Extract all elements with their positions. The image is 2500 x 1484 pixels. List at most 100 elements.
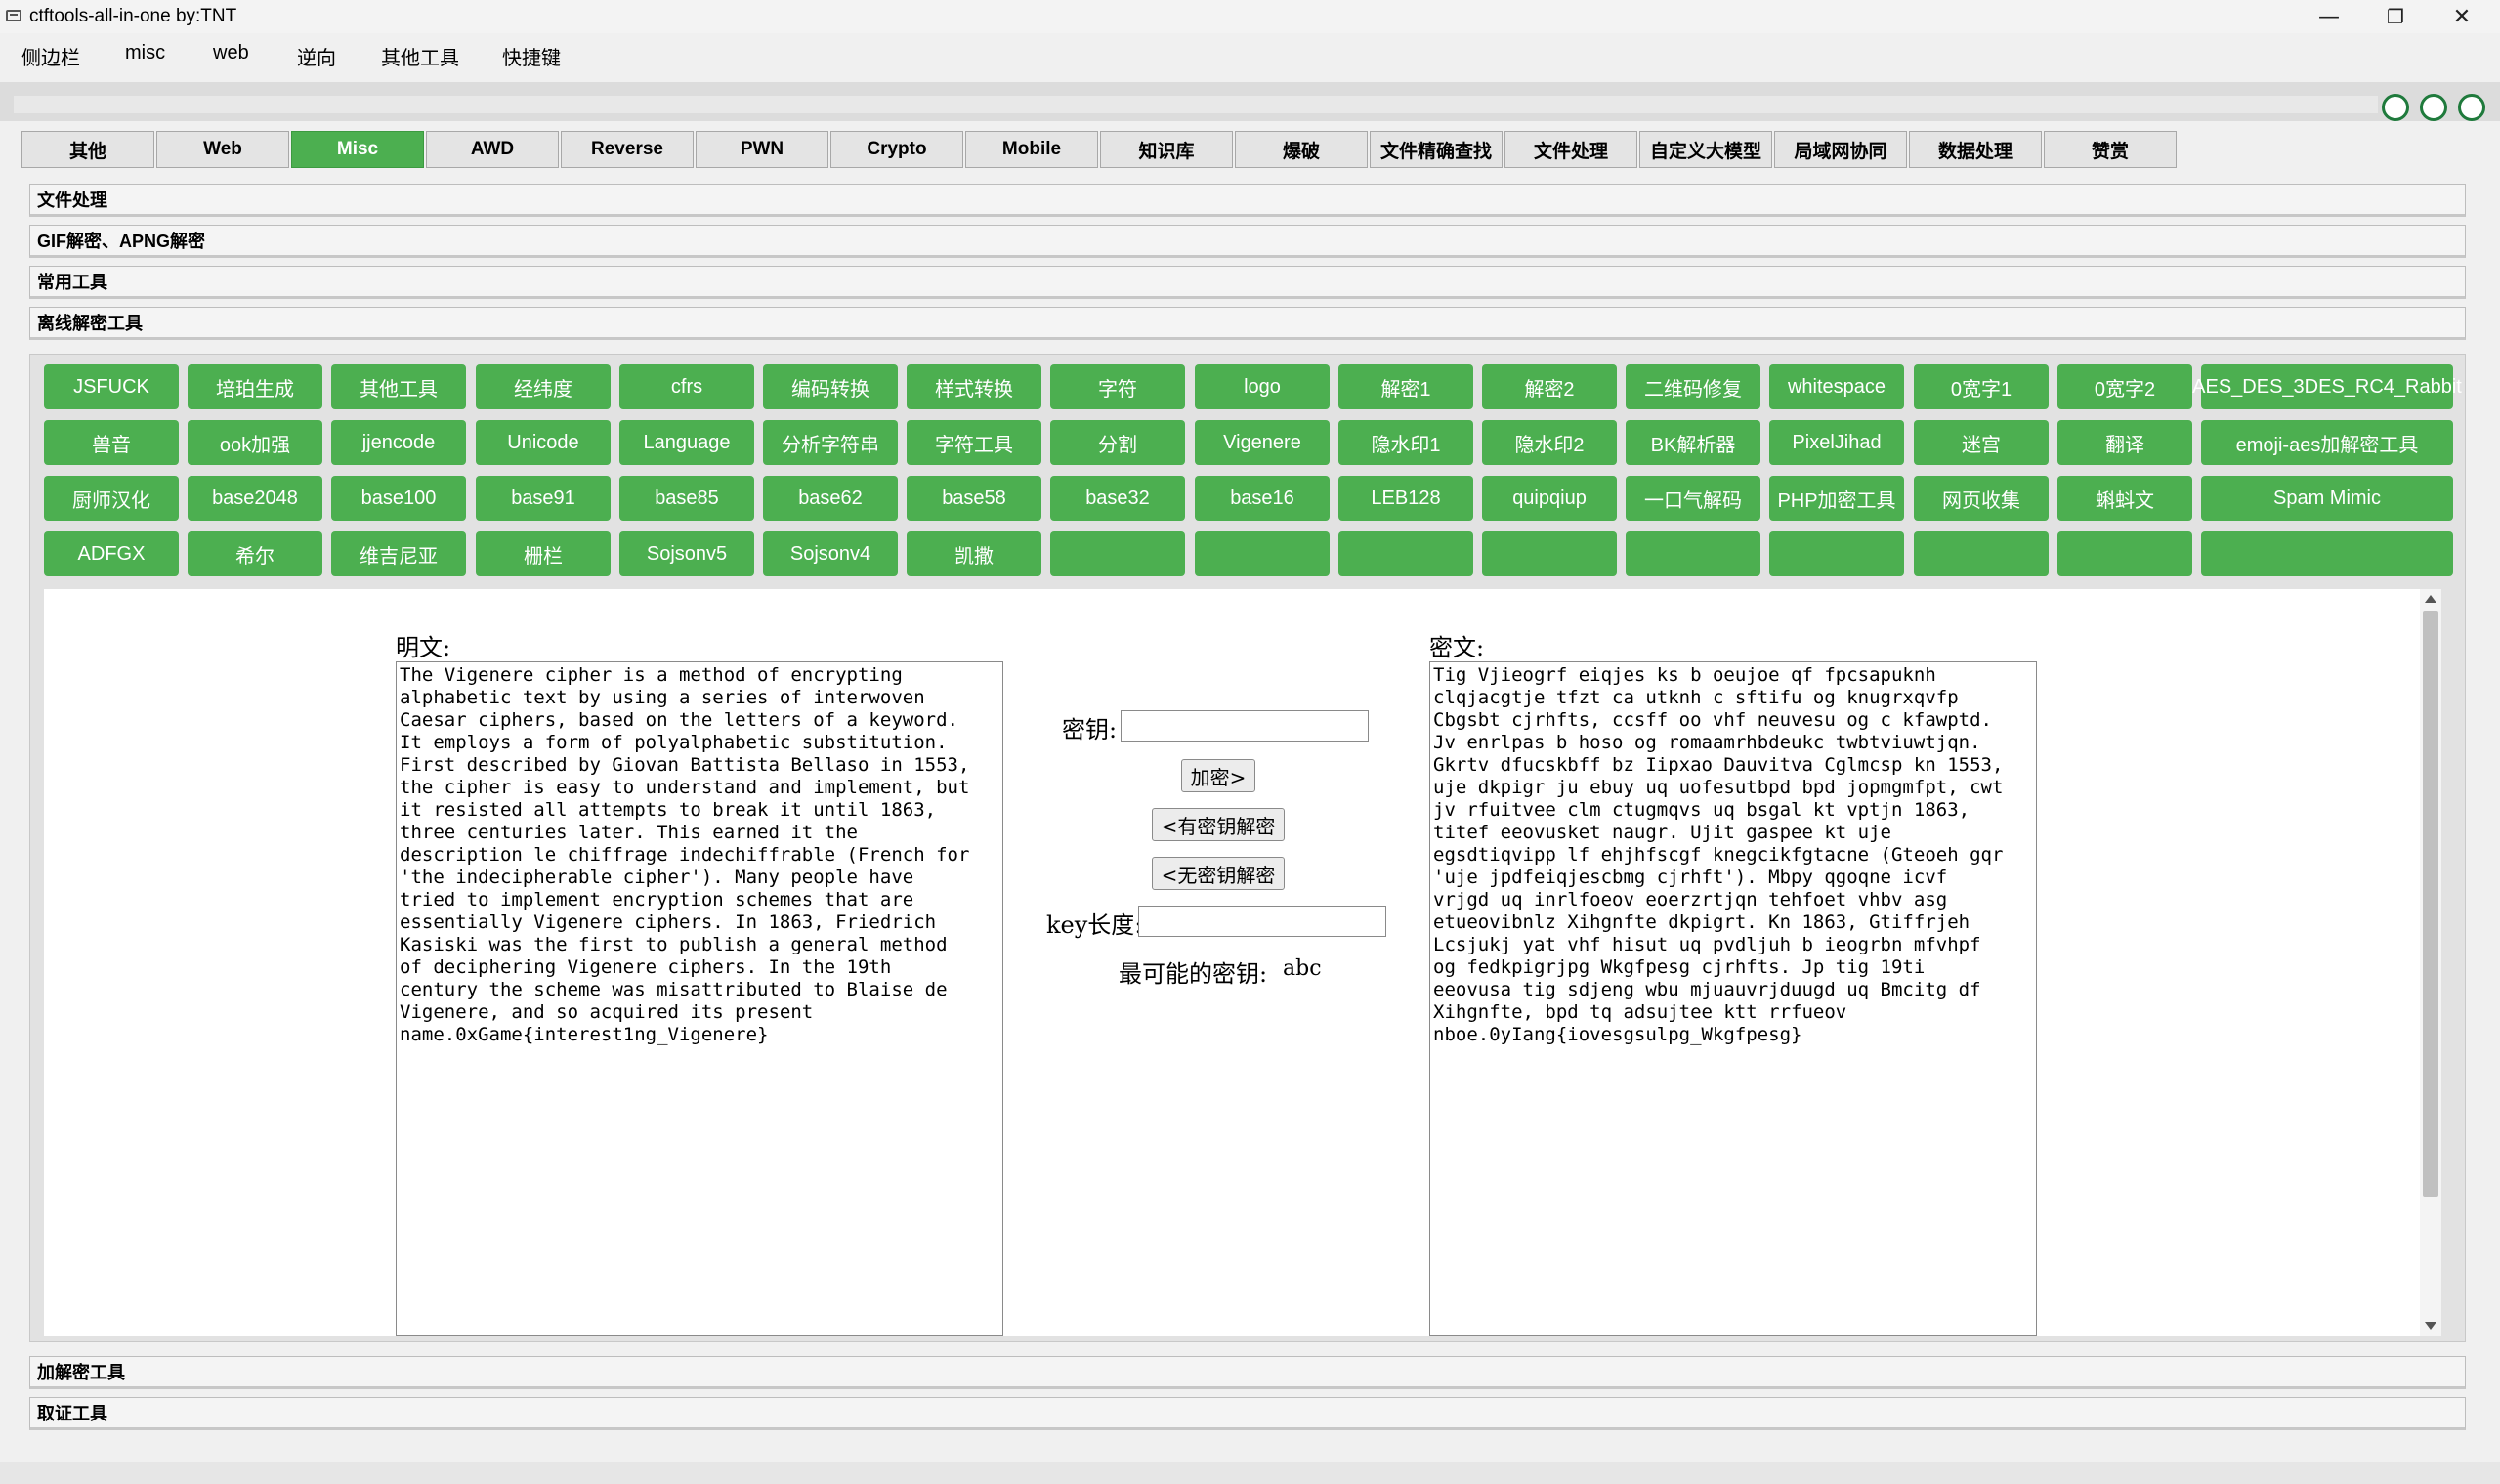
tool-button[interactable]: 经纬度 (476, 364, 611, 409)
tool-button[interactable]: Spam Mimic (2201, 476, 2453, 521)
tool-button[interactable]: cfrs (619, 364, 754, 409)
tool-button-empty[interactable] (1195, 531, 1330, 576)
scroll-down-icon[interactable] (2425, 1322, 2436, 1330)
tool-button[interactable]: PHP加密工具 (1769, 476, 1904, 521)
tab-14[interactable]: 数据处理 (1909, 131, 2042, 168)
tool-button-empty[interactable] (2057, 531, 2192, 576)
menu-sidebar[interactable]: 侧边栏 (21, 42, 80, 70)
tool-button[interactable]: base91 (476, 476, 611, 521)
tool-button[interactable]: ook加强 (188, 420, 322, 465)
radio-circle-1[interactable] (2382, 94, 2409, 121)
tab-7[interactable]: Mobile (965, 131, 1098, 168)
tool-button-empty[interactable] (1050, 531, 1185, 576)
section-encrypt-decrypt-tools[interactable]: 加解密工具 (29, 1356, 2466, 1389)
tab-0[interactable]: 其他 (21, 131, 154, 168)
key-input[interactable] (1121, 710, 1369, 742)
decrypt-with-key-button[interactable]: <有密钥解密 (1152, 808, 1285, 841)
minimize-button[interactable]: — (2298, 0, 2360, 33)
tool-button[interactable]: base58 (907, 476, 1041, 521)
tool-button[interactable]: whitespace (1769, 364, 1904, 409)
tool-button[interactable]: 兽音 (44, 420, 179, 465)
radio-circle-2[interactable] (2420, 94, 2447, 121)
tool-button[interactable]: 0宽字2 (2057, 364, 2192, 409)
menu-misc[interactable]: misc (125, 42, 165, 64)
section-forensics-tools[interactable]: 取证工具 (29, 1397, 2466, 1430)
tool-button-empty[interactable] (1626, 531, 1760, 576)
tool-button[interactable]: jjencode (331, 420, 466, 465)
tool-button-empty[interactable] (1914, 531, 2049, 576)
tool-button[interactable]: 隐水印1 (1338, 420, 1473, 465)
decrypt-without-key-button[interactable]: <无密钥解密 (1152, 857, 1285, 890)
tab-13[interactable]: 局域网协同 (1774, 131, 1907, 168)
tool-button-empty[interactable] (2201, 531, 2453, 576)
tool-button[interactable]: base2048 (188, 476, 322, 521)
tool-button[interactable]: 字符工具 (907, 420, 1041, 465)
tool-button[interactable]: 迷宫 (1914, 420, 2049, 465)
tool-button[interactable]: 样式转换 (907, 364, 1041, 409)
tab-12[interactable]: 自定义大模型 (1639, 131, 1772, 168)
menu-shortcuts[interactable]: 快捷键 (502, 42, 561, 70)
tool-button[interactable]: 隐水印2 (1482, 420, 1617, 465)
tool-button[interactable]: 蝌蚪文 (2057, 476, 2192, 521)
tool-button[interactable]: 栅栏 (476, 531, 611, 576)
tab-2[interactable]: Misc (291, 131, 424, 168)
encrypt-button[interactable]: 加密> (1181, 759, 1255, 792)
tab-3[interactable]: AWD (426, 131, 559, 168)
tab-1[interactable]: Web (156, 131, 289, 168)
tool-button[interactable]: base85 (619, 476, 754, 521)
tab-9[interactable]: 爆破 (1235, 131, 1368, 168)
tool-button[interactable]: Vigenere (1195, 420, 1330, 465)
plaintext-textarea[interactable]: The Vigenere cipher is a method of encry… (396, 661, 1003, 1336)
tool-button[interactable]: 希尔 (188, 531, 322, 576)
tool-button-empty[interactable] (1482, 531, 1617, 576)
tool-button[interactable]: Unicode (476, 420, 611, 465)
tool-button[interactable]: logo (1195, 364, 1330, 409)
tool-button-empty[interactable] (1338, 531, 1473, 576)
tool-button[interactable]: base100 (331, 476, 466, 521)
tool-button[interactable]: 0宽字1 (1914, 364, 2049, 409)
tab-5[interactable]: PWN (696, 131, 828, 168)
section-common-tools[interactable]: 常用工具 (29, 266, 2466, 299)
key-length-input[interactable] (1138, 906, 1386, 937)
tab-6[interactable]: Crypto (830, 131, 963, 168)
tab-8[interactable]: 知识库 (1100, 131, 1233, 168)
tool-button[interactable]: BK解析器 (1626, 420, 1760, 465)
tool-button[interactable]: 维吉尼亚 (331, 531, 466, 576)
scroll-up-icon[interactable] (2425, 595, 2436, 603)
content-scrollbar[interactable] (2420, 589, 2441, 1336)
tool-button[interactable]: 字符 (1050, 364, 1185, 409)
tool-button[interactable]: AES_DES_3DES_RC4_Rabbit (2192, 364, 2462, 409)
tool-button[interactable]: Language (619, 420, 754, 465)
menu-other-tools[interactable]: 其他工具 (381, 42, 459, 70)
tool-button[interactable]: 分析字符串 (763, 420, 898, 465)
radio-circle-3[interactable] (2458, 94, 2485, 121)
tool-button[interactable]: base62 (763, 476, 898, 521)
tab-11[interactable]: 文件处理 (1504, 131, 1637, 168)
ciphertext-textarea[interactable]: Tig Vjieogrf eiqjes ks b oeujoe qf fpcsa… (1429, 661, 2037, 1336)
tool-button[interactable]: emoji-aes加解密工具 (2201, 420, 2453, 465)
tool-button[interactable]: 二维码修复 (1626, 364, 1760, 409)
tool-button[interactable]: Sojsonv4 (763, 531, 898, 576)
tool-button[interactable]: 培珀生成 (188, 364, 322, 409)
tool-button[interactable]: 网页收集 (1914, 476, 2049, 521)
tool-button[interactable]: 编码转换 (763, 364, 898, 409)
tool-button[interactable]: base32 (1050, 476, 1185, 521)
tool-button[interactable]: 解密1 (1338, 364, 1473, 409)
section-gif-apng[interactable]: GIF解密、APNG解密 (29, 225, 2466, 258)
tab-15[interactable]: 赞赏 (2044, 131, 2177, 168)
tool-button[interactable]: 解密2 (1482, 364, 1617, 409)
menu-web[interactable]: web (213, 42, 249, 64)
tool-button[interactable]: base16 (1195, 476, 1330, 521)
menu-reverse[interactable]: 逆向 (297, 42, 336, 70)
tool-button[interactable]: 其他工具 (331, 364, 466, 409)
tool-button[interactable]: 翻译 (2057, 420, 2192, 465)
tool-button[interactable]: 分割 (1050, 420, 1185, 465)
tool-button[interactable]: 一口气解码 (1626, 476, 1760, 521)
section-offline-decrypt[interactable]: 离线解密工具 (29, 307, 2466, 340)
tool-button[interactable]: ADFGX (44, 531, 179, 576)
tool-button[interactable]: 厨师汉化 (44, 476, 179, 521)
tool-button[interactable]: LEB128 (1338, 476, 1473, 521)
tab-4[interactable]: Reverse (561, 131, 694, 168)
tool-button[interactable]: Sojsonv5 (619, 531, 754, 576)
tool-button[interactable]: PixelJihad (1769, 420, 1904, 465)
